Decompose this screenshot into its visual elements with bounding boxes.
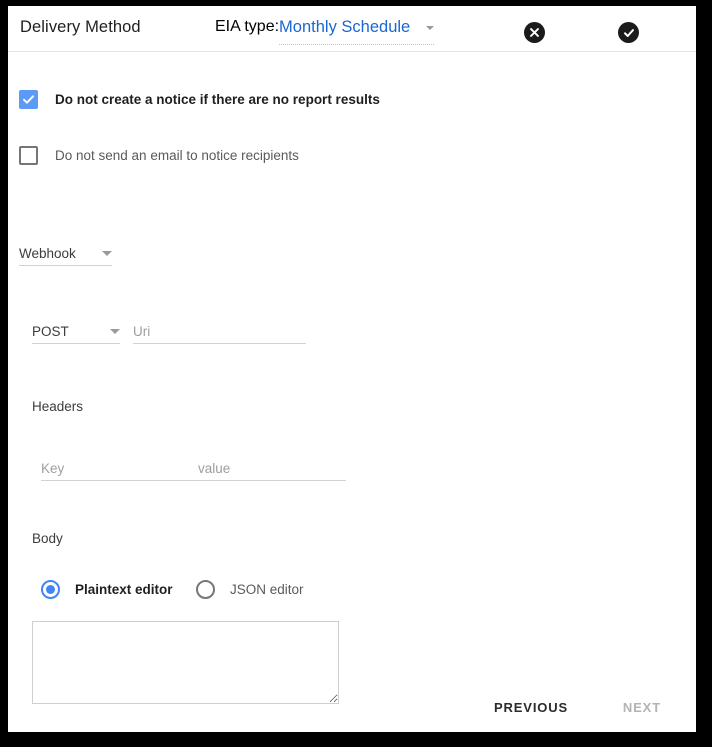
delivery-method-dialog: Delivery Method EIA type: Monthly Schedu… (8, 6, 696, 732)
uri-field[interactable]: Uri (133, 320, 306, 344)
check-icon (623, 28, 634, 37)
confirm-button[interactable] (618, 22, 639, 43)
http-method-value: POST (32, 324, 69, 339)
checkbox-checked-icon (19, 90, 38, 109)
checkbox-no-notice-label: Do not create a notice if there are no r… (55, 92, 380, 107)
delivery-channel-value: Webhook (19, 246, 76, 261)
dialog-body: Do not create a notice if there are no r… (8, 52, 696, 704)
header-value-placeholder: value (198, 461, 231, 476)
next-button: NEXT (615, 694, 669, 721)
header-key-placeholder: Key (41, 461, 65, 476)
delivery-channel-select[interactable]: Webhook (19, 242, 112, 266)
radio-unselected-icon (196, 580, 215, 599)
eia-type-select[interactable]: Monthly Schedule (279, 18, 435, 45)
radio-plaintext-editor-label: Plaintext editor (75, 582, 173, 597)
page-title: Delivery Method (20, 18, 141, 36)
header-key-field[interactable]: Key (41, 457, 204, 481)
headers-section-label: Headers (32, 399, 84, 414)
chevron-down-icon (102, 251, 112, 256)
dialog-header: Delivery Method EIA type: Monthly Schedu… (8, 6, 696, 52)
checkbox-no-notice[interactable]: Do not create a notice if there are no r… (19, 90, 380, 109)
radio-selected-icon (41, 580, 60, 599)
radio-json-editor-label: JSON editor (230, 582, 304, 597)
eia-type-label: EIA type: (215, 18, 280, 35)
chevron-down-icon (110, 329, 120, 334)
close-icon (530, 28, 539, 37)
eia-type-group: EIA type: Monthly Schedule (215, 18, 435, 45)
previous-button[interactable]: PREVIOUS (486, 694, 576, 721)
checkbox-no-email-label: Do not send an email to notice recipient… (55, 148, 299, 163)
chevron-down-icon (426, 25, 435, 30)
checkbox-no-email[interactable]: Do not send an email to notice recipient… (19, 146, 299, 165)
uri-placeholder: Uri (133, 324, 151, 339)
checkbox-unchecked-icon (19, 146, 38, 165)
radio-plaintext-editor[interactable]: Plaintext editor (41, 580, 173, 599)
cancel-button[interactable] (524, 22, 545, 43)
dialog-footer: PREVIOUS NEXT (8, 686, 696, 732)
body-section-label: Body (32, 531, 63, 546)
eia-type-value: Monthly Schedule (279, 18, 411, 36)
http-method-select[interactable]: POST (32, 320, 120, 344)
header-value-field[interactable]: value (198, 457, 346, 481)
radio-json-editor[interactable]: JSON editor (196, 580, 304, 599)
